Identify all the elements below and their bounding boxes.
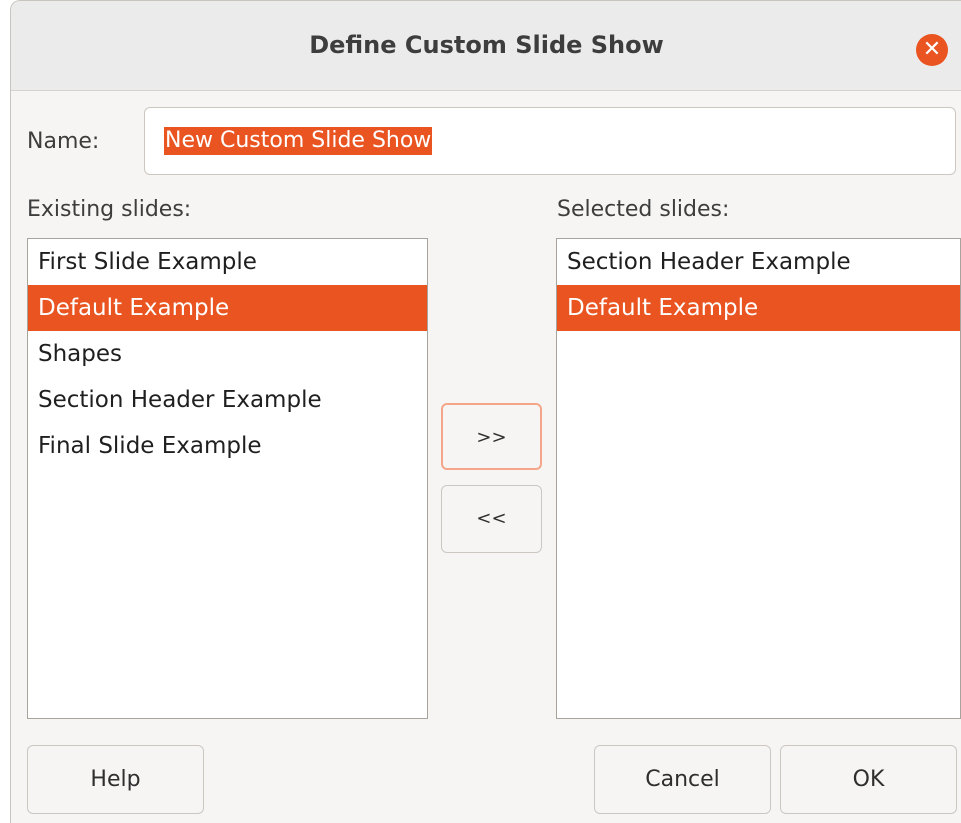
help-button[interactable]: Help [27, 745, 204, 814]
add-slide-button[interactable]: >> [441, 403, 542, 470]
existing-slides-label: Existing slides: [27, 197, 192, 222]
existing-slides-list[interactable]: First Slide Example Default Example Shap… [27, 238, 428, 719]
existing-slide-item[interactable]: Final Slide Example [28, 423, 427, 469]
selected-slide-item[interactable]: Section Header Example [557, 239, 960, 285]
selected-slides-list[interactable]: Section Header Example Default Example [556, 238, 961, 719]
remove-slide-button[interactable]: << [441, 485, 542, 553]
title-bar: Define Custom Slide Show ✕ [11, 1, 961, 91]
cancel-button[interactable]: Cancel [594, 745, 771, 814]
existing-slide-item[interactable]: First Slide Example [28, 239, 427, 285]
name-label: Name: [27, 129, 100, 154]
existing-slide-item[interactable]: Default Example [28, 285, 427, 331]
existing-slide-item[interactable]: Shapes [28, 331, 427, 377]
close-icon[interactable]: ✕ [916, 34, 948, 66]
ok-button[interactable]: OK [780, 745, 957, 814]
name-input[interactable]: New Custom Slide Show [144, 107, 956, 175]
dialog-title: Define Custom Slide Show [309, 31, 664, 59]
define-custom-slide-show-dialog: Define Custom Slide Show ✕ Name: New Cus… [10, 0, 961, 823]
selected-slides-label: Selected slides: [557, 197, 730, 222]
selected-slide-item[interactable]: Default Example [557, 285, 960, 331]
existing-slide-item[interactable]: Section Header Example [28, 377, 427, 423]
name-input-value: New Custom Slide Show [164, 127, 433, 155]
